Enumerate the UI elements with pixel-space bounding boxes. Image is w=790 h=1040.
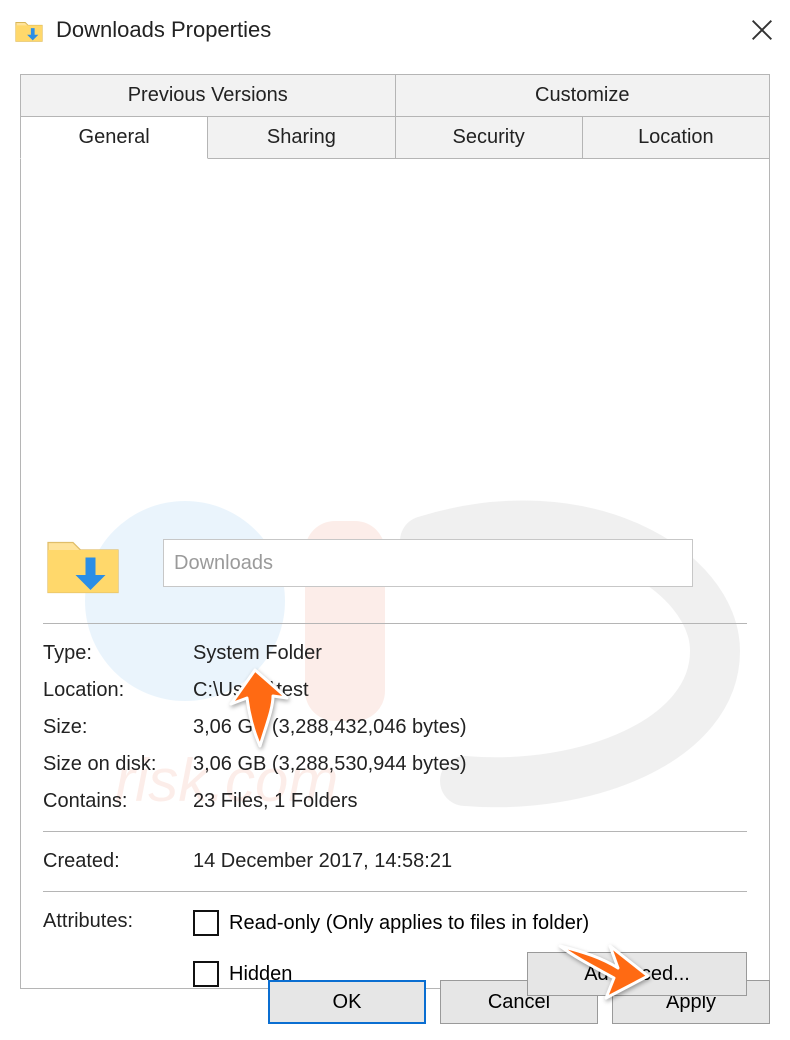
tab-general[interactable]: General (20, 116, 208, 159)
folder-name-input[interactable] (163, 539, 693, 587)
hidden-label: Hidden (229, 963, 292, 986)
size-label: Size: (43, 716, 193, 739)
contains-label: Contains: (43, 790, 193, 813)
type-value: System Folder (193, 642, 322, 665)
size-on-disk-value: 3,06 GB (3,288,530,944 bytes) (193, 753, 467, 776)
created-value: 14 December 2017, 14:58:21 (193, 850, 452, 873)
created-label: Created: (43, 850, 193, 873)
location-label: Location: (43, 679, 193, 702)
window-title: Downloads Properties (56, 17, 748, 43)
title-bar: Downloads Properties (0, 0, 790, 56)
contains-value: 23 Files, 1 Folders (193, 790, 358, 813)
hidden-checkbox[interactable] (193, 961, 219, 987)
readonly-label: Read-only (Only applies to files in fold… (229, 912, 589, 935)
tab-previous-versions[interactable]: Previous Versions (20, 74, 396, 116)
tab-customize[interactable]: Customize (396, 74, 771, 116)
close-icon[interactable] (748, 16, 776, 44)
folder-download-icon (14, 15, 44, 45)
general-panel: risk.com Type: System Folder Location: C… (20, 159, 770, 989)
readonly-checkbox[interactable] (193, 910, 219, 936)
location-value: C:\Users\test (193, 679, 309, 702)
type-label: Type: (43, 642, 193, 665)
tab-strip: Previous Versions Customize General Shar… (20, 74, 770, 159)
tab-sharing[interactable]: Sharing (208, 116, 395, 159)
tab-location[interactable]: Location (583, 116, 770, 159)
size-on-disk-label: Size on disk: (43, 753, 193, 776)
advanced-button[interactable]: Advanced... (527, 952, 747, 996)
folder-large-icon (43, 525, 123, 605)
size-value: 3,06 GB (3,288,432,046 bytes) (193, 716, 467, 739)
tab-security[interactable]: Security (396, 116, 583, 159)
attributes-label: Attributes: (43, 910, 193, 933)
